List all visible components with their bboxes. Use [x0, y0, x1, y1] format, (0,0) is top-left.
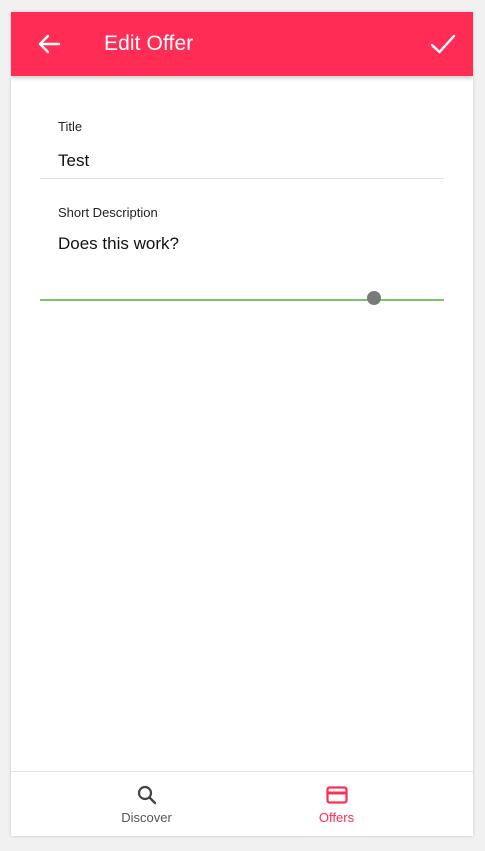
short-description-underline: [40, 299, 444, 301]
save-button[interactable]: [427, 28, 459, 60]
nav-label-offers: Offers: [318, 810, 355, 825]
credit-card-icon: [325, 786, 348, 804]
back-button[interactable]: [33, 28, 65, 60]
arrow-left-icon: [38, 34, 61, 54]
title-input[interactable]: [58, 149, 428, 173]
check-icon: [430, 34, 456, 54]
text-cursor-handle[interactable]: [367, 291, 381, 305]
short-description-input[interactable]: Does this work?: [58, 233, 428, 255]
nav-item-offers[interactable]: Offers: [221, 772, 452, 836]
page-title: Edit Offer: [104, 32, 194, 55]
app-bar: Edit Offer: [11, 12, 473, 76]
title-underline: [40, 178, 444, 179]
bottom-navigation: Discover Offers: [11, 771, 473, 836]
app-frame: Edit Offer Title Short Description Does …: [11, 12, 473, 836]
search-icon: [137, 785, 156, 805]
title-field: Title: [40, 116, 444, 180]
title-field-label: Title: [58, 119, 83, 134]
short-description-label: Short Description: [58, 205, 158, 220]
short-description-field: Short Description Does this work?: [40, 202, 444, 306]
